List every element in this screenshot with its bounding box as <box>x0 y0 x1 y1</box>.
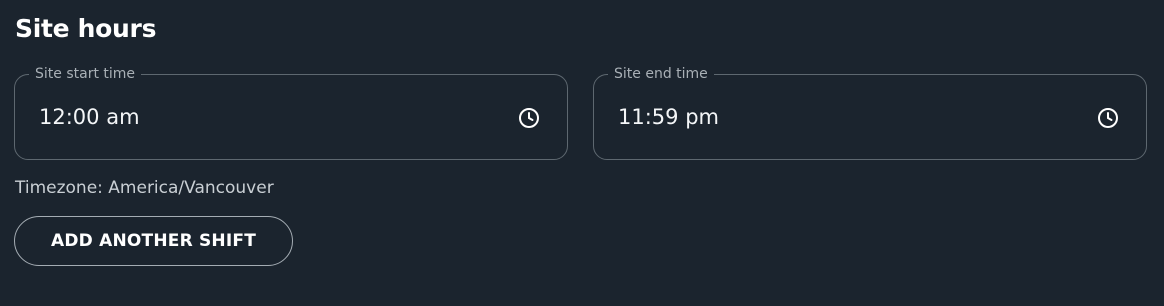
add-another-shift-button[interactable]: ADD ANOTHER SHIFT <box>14 216 293 266</box>
site-start-time-value[interactable]: 12:00 am <box>39 104 140 130</box>
clock-icon[interactable] <box>1096 106 1120 130</box>
clock-icon[interactable] <box>517 106 541 130</box>
site-end-time-label: Site end time <box>608 65 714 83</box>
site-end-time-value[interactable]: 11:59 pm <box>618 104 719 130</box>
site-start-time-label: Site start time <box>29 65 142 83</box>
page-title: Site hours <box>15 14 157 43</box>
timezone-text: Timezone: America/Vancouver <box>15 178 274 198</box>
site-end-time-field[interactable]: Site end time 11:59 pm <box>593 65 1147 160</box>
site-start-time-field[interactable]: Site start time 12:00 am <box>14 65 568 160</box>
